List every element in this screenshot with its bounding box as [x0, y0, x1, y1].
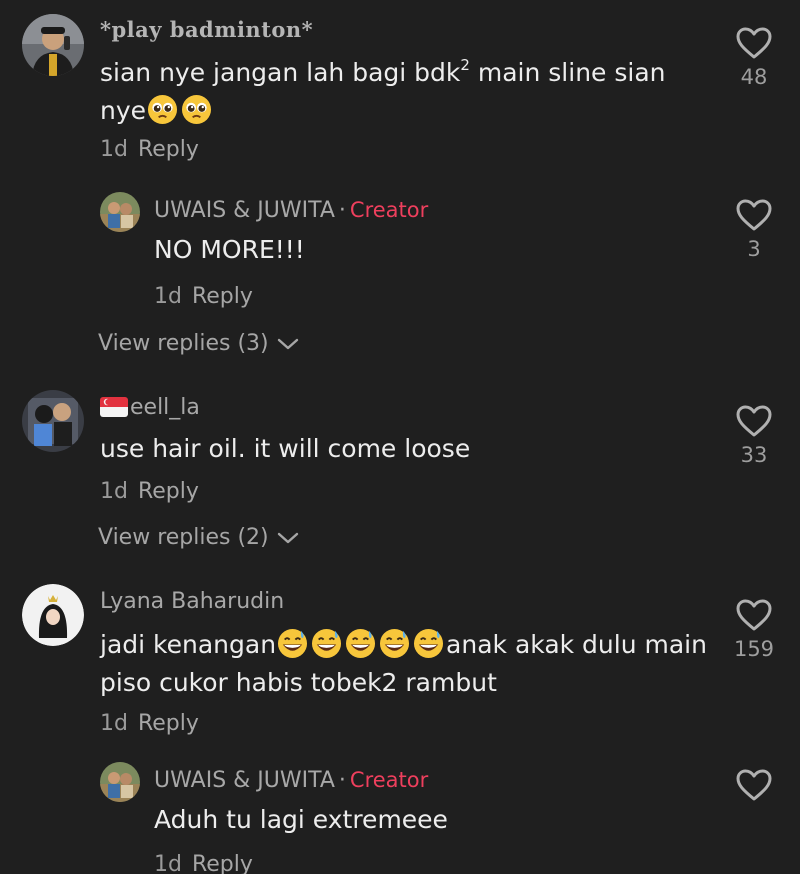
comment-username[interactable]: eell_la: [130, 395, 200, 420]
heart-icon: [736, 199, 772, 231]
comment-time: 1d: [100, 711, 128, 736]
comment-text: use hair oil. it will come loose: [100, 434, 471, 463]
reply-meta: 1d Reply: [154, 851, 714, 874]
superscript: 2: [460, 55, 470, 74]
like-button[interactable]: [730, 768, 778, 802]
comment-meta: 1d Reply: [100, 478, 710, 506]
like-button[interactable]: 48: [730, 26, 778, 90]
reply-username-row: UWAIS & JUWITA · Creator: [154, 196, 714, 225]
chevron-down-icon: [277, 338, 298, 350]
reply-button[interactable]: Reply: [138, 137, 199, 162]
comment-meta: 1d Reply: [100, 136, 710, 164]
comment-text: sian nye jangan lah bagi bdk2 main sline…: [100, 54, 710, 130]
reply-time: 1d: [154, 284, 182, 309]
like-count: 3: [747, 237, 761, 261]
comment-time: 1d: [100, 137, 128, 162]
comment-meta: 1d Reply: [100, 710, 710, 738]
heart-icon: [736, 405, 772, 437]
reply-button[interactable]: Reply: [138, 479, 199, 504]
avatar[interactable]: [22, 390, 84, 452]
like-button[interactable]: 33: [730, 404, 778, 468]
reply-button[interactable]: Reply: [192, 284, 253, 309]
avatar[interactable]: [22, 14, 84, 76]
like-count: 48: [740, 65, 768, 89]
reply-text: Aduh tu lagi extremeee: [154, 805, 448, 834]
creator-badge: Creator: [349, 768, 429, 792]
view-replies-button[interactable]: View replies (2): [98, 524, 299, 552]
reply-time: 1d: [154, 852, 182, 874]
comment-text-part: jadi kenangan: [100, 630, 277, 659]
like-button[interactable]: 159: [730, 598, 778, 662]
separator-dot: ·: [338, 768, 346, 793]
like-count: 159: [733, 637, 775, 661]
heart-icon: [736, 27, 772, 59]
grinning-sweat-face-emoji-icon: [346, 628, 376, 659]
separator-dot: ·: [338, 198, 346, 223]
grinning-sweat-face-emoji-icon: [278, 628, 308, 659]
comment-username-row: eell_la: [100, 394, 710, 422]
view-replies-label: View replies (2): [98, 525, 269, 550]
reply-username-row: UWAIS & JUWITA · Creator: [154, 766, 714, 795]
creator-badge: Creator: [349, 198, 429, 222]
view-replies-label: View replies (3): [98, 331, 269, 356]
comment-time: 1d: [100, 479, 128, 504]
reply-button[interactable]: Reply: [138, 711, 199, 736]
chevron-down-icon: [277, 532, 298, 544]
comment-text: jadi kenangan anak akak dulu main piso cu…: [100, 626, 710, 702]
grinning-sweat-face-emoji-icon: [380, 628, 410, 659]
reply-text: NO MORE!!!: [154, 235, 305, 264]
avatar[interactable]: [100, 762, 140, 802]
like-button[interactable]: 3: [730, 198, 778, 262]
grinning-sweat-face-emoji-icon: [414, 628, 444, 659]
pleading-face-emoji-icon: [148, 94, 178, 125]
grinning-sweat-face-emoji-icon: [312, 628, 342, 659]
view-replies-button[interactable]: View replies (3): [98, 330, 299, 358]
heart-icon: [736, 599, 772, 631]
comment-text-part: sian nye jangan lah bagi bdk: [100, 58, 461, 87]
reply-meta: 1d Reply: [154, 283, 714, 311]
reply-username[interactable]: UWAIS & JUWITA: [154, 768, 335, 793]
reply-username[interactable]: UWAIS & JUWITA: [154, 198, 335, 223]
comment-username[interactable]: Lyana Baharudin: [100, 588, 710, 616]
comment-username[interactable]: *play badminton*: [100, 16, 710, 44]
avatar[interactable]: [22, 584, 84, 646]
reply-button[interactable]: Reply: [192, 852, 253, 874]
singapore-flag-icon: [100, 397, 128, 417]
like-count: 33: [740, 443, 768, 467]
comments-panel: *play badminton* sian nye jangan lah bag…: [0, 0, 800, 874]
avatar[interactable]: [100, 192, 140, 232]
heart-icon: [736, 769, 772, 801]
pleading-face-emoji-icon: [182, 94, 212, 125]
